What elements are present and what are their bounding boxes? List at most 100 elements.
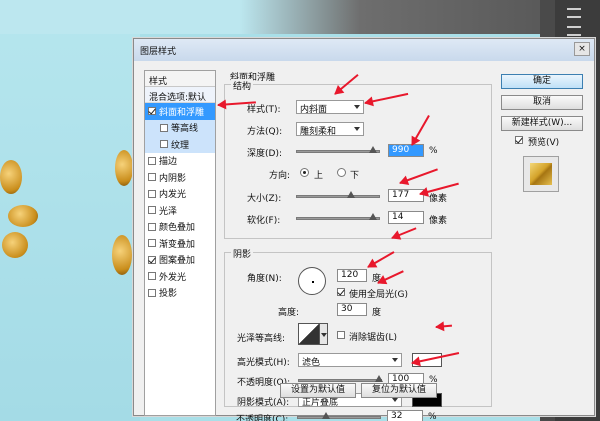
style-item[interactable]: 投影: [145, 285, 215, 302]
style-item[interactable]: 渐变叠加: [145, 235, 215, 252]
style-item-label: 渐变叠加: [159, 239, 196, 250]
structure-group: 结构 样式(T): 内斜面 方法(Q): 雕刻柔和 深度(D): 990 % 方…: [224, 79, 492, 239]
depth-input[interactable]: 990: [388, 144, 424, 157]
shadow-opacity-input[interactable]: 32: [387, 410, 423, 421]
direction-down-label: 下: [350, 171, 360, 181]
artwork-fragment: [2, 232, 28, 258]
highlight-mode-dropdown[interactable]: 滤色: [298, 353, 402, 368]
soften-input[interactable]: 14: [388, 211, 424, 224]
slider-thumb[interactable]: [369, 213, 377, 220]
anti-alias-checkbox[interactable]: [337, 331, 345, 339]
direction-up-radio[interactable]: [300, 168, 309, 177]
style-item[interactable]: 等高线: [145, 119, 215, 136]
altitude-unit: 度: [372, 308, 382, 318]
depth-unit: %: [429, 146, 438, 156]
global-light-checkbox[interactable]: [337, 288, 345, 296]
chevron-down-icon: [321, 333, 327, 337]
style-item-label: 图案叠加: [159, 256, 196, 267]
style-item-label: 纹理: [171, 140, 190, 151]
style-item[interactable]: 内发光: [145, 186, 215, 203]
style-item[interactable]: 图案叠加: [145, 252, 215, 269]
technique-label: 方法(Q):: [247, 127, 283, 137]
style-item-label: 内阴影: [159, 173, 187, 184]
layer-style-dialog: 图层样式 × 样式 混合选项:默认 斜面和浮雕等高线纹理描边内阴影内发光 光泽颜色…: [133, 38, 595, 421]
style-item[interactable]: 斜面和浮雕: [145, 103, 215, 120]
size-unit: 像素: [429, 194, 448, 204]
chevron-down-icon: [354, 127, 360, 131]
artwork-fragment: [0, 160, 22, 194]
gloss-contour-dropdown[interactable]: [320, 323, 328, 345]
style-checkbox[interactable]: [160, 140, 168, 149]
blend-options-item[interactable]: 混合选项:默认: [145, 87, 215, 103]
soften-label: 软化(F):: [247, 216, 281, 226]
depth-slider[interactable]: [296, 146, 380, 153]
artwork-fragment: [115, 150, 133, 186]
artwork-fragment: [8, 205, 38, 227]
style-item[interactable]: 内阴影: [145, 169, 215, 186]
slider-thumb[interactable]: [375, 375, 383, 382]
angle-input[interactable]: 120: [337, 269, 367, 282]
style-dropdown[interactable]: 内斜面: [296, 100, 364, 115]
style-checkbox[interactable]: [160, 123, 168, 132]
style-item[interactable]: 描边: [145, 153, 215, 170]
technique-dropdown-value: 雕刻柔和: [300, 127, 337, 137]
style-checkbox[interactable]: [148, 288, 156, 297]
size-label: 大小(Z):: [247, 194, 282, 204]
set-default-button[interactable]: 设置为默认值: [280, 383, 356, 398]
style-checkbox[interactable]: [148, 107, 156, 116]
style-item-label: 外发光: [159, 272, 187, 283]
style-item[interactable]: 光泽: [145, 202, 215, 219]
chevron-down-icon: [354, 105, 360, 109]
slider-thumb[interactable]: [369, 146, 377, 153]
cancel-button[interactable]: 取消: [501, 95, 583, 110]
style-checkbox[interactable]: [148, 239, 156, 248]
style-checkbox[interactable]: [148, 206, 156, 215]
canvas-top-strip: [0, 0, 600, 34]
style-item-label: 内发光: [159, 190, 187, 201]
shadow-opacity-slider[interactable]: [297, 412, 381, 419]
angle-dial[interactable]: [298, 267, 326, 295]
style-checkbox[interactable]: [148, 255, 156, 264]
style-item-label: 投影: [159, 289, 178, 300]
style-item-label: 等高线: [171, 124, 199, 135]
highlight-opacity-slider[interactable]: [298, 375, 383, 382]
ok-button[interactable]: 确定: [501, 74, 583, 89]
style-item[interactable]: 纹理: [145, 136, 215, 153]
style-checkbox[interactable]: [148, 272, 156, 281]
styles-list-header[interactable]: 样式: [145, 71, 215, 87]
size-slider[interactable]: [296, 191, 380, 198]
shading-group: 阴影 角度(N): 120 度 使用全局光(G) 高度: 30 度 光泽等高线:…: [224, 247, 492, 408]
reset-default-button[interactable]: 复位为默认值: [361, 383, 437, 398]
highlight-mode-value: 滤色: [302, 358, 321, 368]
style-item[interactable]: 颜色叠加: [145, 219, 215, 236]
dialog-title: 图层样式: [140, 47, 177, 57]
preview-swatch: [530, 163, 552, 185]
altitude-label: 高度:: [278, 308, 300, 318]
slider-thumb[interactable]: [347, 191, 355, 198]
new-style-button[interactable]: 新建样式(W)...: [501, 116, 583, 131]
soften-unit: 像素: [429, 216, 448, 226]
slider-thumb[interactable]: [322, 412, 330, 419]
preview-checkbox[interactable]: [515, 136, 523, 144]
chevron-down-icon: [392, 358, 398, 362]
style-item[interactable]: 外发光: [145, 268, 215, 285]
style-label: 样式(T):: [247, 105, 281, 115]
soften-slider[interactable]: [296, 213, 380, 220]
style-checkbox[interactable]: [148, 222, 156, 231]
direction-down-radio[interactable]: [337, 168, 346, 177]
gloss-contour-picker[interactable]: [298, 323, 320, 345]
dialog-titlebar[interactable]: 图层样式 ×: [134, 39, 594, 61]
style-checkbox[interactable]: [148, 156, 156, 165]
adjust-tool-icon[interactable]: [567, 8, 581, 18]
style-checkbox[interactable]: [148, 173, 156, 182]
style-checkbox[interactable]: [148, 189, 156, 198]
shadow-opacity-unit: %: [428, 412, 437, 421]
close-button[interactable]: ×: [574, 42, 590, 56]
style-dropdown-value: 内斜面: [300, 105, 328, 115]
style-item-label: 颜色叠加: [159, 223, 196, 234]
technique-dropdown[interactable]: 雕刻柔和: [296, 122, 364, 137]
altitude-input[interactable]: 30: [337, 303, 367, 316]
global-light-label: 使用全局光(G): [349, 290, 408, 300]
layer-tool-icon[interactable]: [567, 26, 581, 36]
structure-title: 结构: [231, 79, 254, 92]
